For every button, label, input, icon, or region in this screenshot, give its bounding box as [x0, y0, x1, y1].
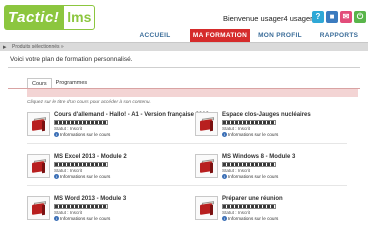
row-divider [27, 185, 347, 186]
course-title[interactable]: Préparer une réunion [222, 196, 283, 202]
course-info-link[interactable]: i Informations sur le cours [222, 216, 279, 222]
intro-text: Voici votre plan de formation personnali… [10, 56, 133, 63]
course-card: MS Excel 2013 - Module 2 Statut : Inscri… [27, 154, 187, 182]
row-divider [27, 143, 347, 144]
course-progress-bar [54, 162, 108, 167]
logo-suffix-text: lms [63, 5, 96, 30]
course-card: Espace clos-Jauges nucléaires Statut : I… [195, 112, 355, 140]
tab-cours[interactable]: Cours [27, 78, 52, 88]
info-icon: i [54, 174, 59, 180]
course-thumbnail[interactable] [27, 196, 50, 220]
power-icon[interactable]: ⏻ [354, 11, 366, 23]
tab-programmes[interactable]: Programmes [52, 78, 91, 88]
course-status: Statut : Inscrit [54, 168, 83, 173]
tab-bar: Cours Programmes [27, 78, 91, 88]
info-icon: i [222, 216, 227, 222]
course-progress-bar [222, 204, 276, 209]
nav-rapports[interactable]: RAPPORTS [310, 29, 368, 42]
info-icon: i [222, 132, 227, 138]
info-icon: i [54, 216, 59, 222]
tactic-logo[interactable]: Tactic! lms [4, 5, 96, 30]
course-thumbnail[interactable] [195, 196, 218, 220]
course-thumbnail[interactable] [27, 154, 50, 178]
info-icon: i [54, 132, 59, 138]
course-info-label: Informations sur le cours [228, 216, 279, 221]
welcome-message: Bienvenue usager4 usager4 [223, 14, 317, 23]
info-icon: i [222, 174, 227, 180]
course-title[interactable]: Cours d'allemand - Hallo! - A1 - Version… [54, 112, 209, 118]
course-thumbnail[interactable] [195, 154, 218, 178]
header-icon-group: ? ■ ✉ ⏻ [312, 11, 366, 23]
divider [8, 67, 360, 68]
nav-ma-formation[interactable]: MA FORMATION [190, 29, 250, 42]
main-nav: ACCUEIL MA FORMATION MON PROFIL RAPPORTS [120, 29, 368, 42]
course-info-link[interactable]: i Informations sur le cours [222, 132, 279, 138]
book-icon [200, 201, 214, 216]
nav-accueil[interactable]: ACCUEIL [120, 29, 190, 42]
course-info-label: Informations sur le cours [60, 216, 111, 221]
selected-products-label: Produits sélectionnés » [12, 44, 64, 50]
course-title[interactable]: Espace clos-Jauges nucléaires [222, 112, 311, 118]
course-info-label: Informations sur le cours [228, 174, 279, 179]
course-card: Cours d'allemand - Hallo! - A1 - Version… [27, 112, 209, 140]
profile-icon[interactable]: ■ [326, 11, 338, 23]
course-title[interactable]: MS Excel 2013 - Module 2 [54, 154, 127, 160]
course-title[interactable]: MS Word 2013 - Module 3 [54, 196, 126, 202]
messages-icon[interactable]: ✉ [340, 11, 352, 23]
course-progress-bar [54, 120, 108, 125]
course-status: Statut : Inscrit [222, 210, 251, 215]
book-icon [32, 159, 46, 174]
book-icon [32, 201, 46, 216]
course-card: MS Word 2013 - Module 3 Statut : Inscrit… [27, 196, 187, 224]
expand-arrow-icon[interactable]: ▸ [3, 43, 7, 52]
book-icon [200, 159, 214, 174]
course-title[interactable]: MS Windows 8 - Module 3 [222, 154, 295, 160]
course-thumbnail[interactable] [27, 112, 50, 136]
course-status: Statut : Inscrit [54, 210, 83, 215]
course-card: Préparer une réunion Statut : Inscrit iI… [195, 196, 355, 224]
course-status: Statut : Inscrit [222, 126, 251, 131]
course-info-label: Informations sur le cours [60, 132, 111, 137]
course-status: Statut : Inscrit [222, 168, 251, 173]
course-info-label: Informations sur le cours [60, 174, 111, 179]
course-info-link[interactable]: i Informations sur le cours [54, 216, 111, 222]
nav-mon-profil[interactable]: MON PROFIL [250, 29, 310, 42]
course-card: MS Windows 8 - Module 3 Statut : Inscrit… [195, 154, 355, 182]
tab-content-banner [27, 89, 358, 97]
course-progress-bar [222, 120, 276, 125]
selected-products-bar[interactable]: ▸ Produits sélectionnés » [0, 42, 368, 51]
course-progress-bar [222, 162, 276, 167]
help-icon[interactable]: ? [312, 11, 324, 23]
course-info-link[interactable]: i Informations sur le cours [222, 174, 279, 180]
course-info-link[interactable]: i Informations sur le cours [54, 174, 111, 180]
course-status: Statut : Inscrit [54, 126, 83, 131]
hint-text: Cliquez sur le titre d'un cours pour acc… [27, 100, 151, 105]
course-progress-bar [54, 204, 108, 209]
book-icon [32, 117, 46, 132]
book-icon [200, 117, 214, 132]
top-bar: Tactic! lms Bienvenue usager4 usager4 ? … [0, 0, 368, 42]
logo-main-text: Tactic! [4, 5, 64, 30]
course-thumbnail[interactable] [195, 112, 218, 136]
course-info-label: Informations sur le cours [228, 132, 279, 137]
course-info-link[interactable]: i Informations sur le cours [54, 132, 111, 138]
